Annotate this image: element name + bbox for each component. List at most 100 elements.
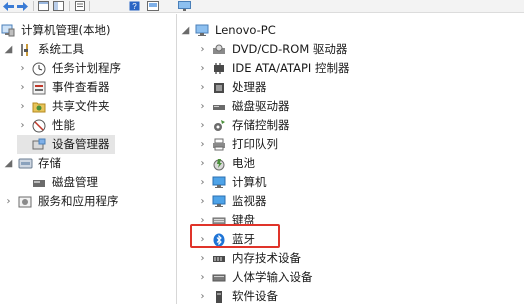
device-category-label: 监视器	[232, 194, 267, 208]
memory-device-icon	[211, 251, 227, 267]
back-icon[interactable]	[2, 0, 15, 12]
tree-item-services-apps[interactable]: › 服务和应用程序	[3, 192, 119, 211]
tree-item-shared-folders[interactable]: › 共享文件夹	[17, 97, 110, 116]
chevron-down-icon[interactable]: ◢	[3, 154, 14, 173]
chevron-right-icon[interactable]: ›	[197, 173, 208, 192]
monitor-toolbar-icon[interactable]	[178, 0, 191, 12]
tree-item-label: 存储	[38, 156, 61, 170]
chevron-right-icon[interactable]: ›	[197, 78, 208, 97]
chevron-right-icon[interactable]: ›	[197, 116, 208, 135]
device-category-label: 软件设备	[232, 289, 278, 303]
forward-icon[interactable]	[16, 0, 29, 12]
tree-item-label: 事件查看器	[52, 80, 110, 94]
device-tree-root-label: Lenovo-PC	[215, 23, 276, 37]
print-queue-icon	[211, 137, 227, 153]
device-category-ide[interactable]: › IDE ATA/ATAPI 控制器	[197, 59, 350, 78]
tree-item-label: 任务计划程序	[52, 61, 121, 75]
bluetooth-highlight-box	[190, 224, 280, 248]
chevron-down-icon[interactable]: ◢	[3, 40, 14, 59]
disk-management-icon	[31, 175, 47, 191]
toolbar: ?	[0, 0, 524, 13]
device-category-label: 人体学输入设备	[232, 270, 313, 284]
chevron-right-icon[interactable]: ›	[197, 59, 208, 78]
tree-item-label: 性能	[52, 118, 75, 132]
chevron-right-icon[interactable]: ›	[197, 97, 208, 116]
chevron-down-icon[interactable]: ◢	[180, 21, 191, 40]
device-category-label: 计算机	[232, 175, 267, 189]
device-category-storage-controller[interactable]: › 存储控制器	[197, 116, 290, 135]
chevron-right-icon[interactable]: ›	[17, 59, 28, 78]
chevron-right-icon[interactable]: ›	[197, 154, 208, 173]
chevron-right-icon[interactable]: ›	[3, 192, 14, 211]
dvd-drive-icon	[211, 42, 227, 58]
chevron-right-icon[interactable]: ›	[197, 135, 208, 154]
tree-item-label: 设备管理器	[52, 137, 110, 151]
device-category-label: 内存技术设备	[232, 251, 301, 265]
device-category-disk[interactable]: › 磁盘驱动器	[197, 97, 290, 116]
device-category-computer[interactable]: › 计算机	[197, 173, 267, 192]
tree-item-storage[interactable]: ◢ 存储	[3, 154, 61, 173]
device-category-software[interactable]: › 软件设备	[197, 287, 279, 304]
services-apps-icon	[17, 194, 33, 210]
device-category-memory[interactable]: › 内存技术设备	[197, 249, 302, 268]
device-category-label: 电池	[232, 156, 255, 170]
device-manager-icon	[31, 137, 47, 153]
disk-drive-icon	[211, 99, 227, 115]
console-tree: 计算机管理(本地) ◢ 系统工具 › 任务计划程序 › 事件查看器 › 共享文件…	[0, 14, 176, 304]
tree-item-label: 磁盘管理	[52, 175, 98, 189]
tree-item-event-viewer[interactable]: › 事件查看器	[17, 78, 110, 97]
device-category-hid[interactable]: › 人体学输入设备	[197, 268, 313, 287]
battery-icon	[211, 156, 227, 172]
device-category-label: IDE ATA/ATAPI 控制器	[232, 61, 350, 75]
tree-item-task-scheduler[interactable]: › 任务计划程序	[17, 59, 121, 78]
device-category-dvd[interactable]: › DVD/CD-ROM 驱动器	[197, 40, 348, 59]
svg-text:?: ?	[132, 2, 137, 11]
device-tree-root[interactable]: ◢ Lenovo-PC	[180, 21, 276, 40]
help-icon[interactable]: ?	[128, 0, 141, 12]
chevron-right-icon[interactable]: ›	[17, 78, 28, 97]
up-icon[interactable]	[37, 0, 50, 12]
device-category-label: 处理器	[232, 80, 267, 94]
toolbar-separator	[89, 1, 90, 11]
device-category-label: 磁盘驱动器	[232, 99, 290, 113]
toolbar-separator	[69, 1, 70, 11]
chevron-right-icon[interactable]: ›	[17, 97, 28, 116]
tree-item-system-tools[interactable]: ◢ 系统工具	[3, 40, 84, 59]
chevron-right-icon[interactable]: ›	[197, 268, 208, 287]
properties-icon[interactable]	[73, 0, 86, 12]
tree-item-label: 共享文件夹	[52, 99, 110, 113]
console-icon[interactable]	[146, 0, 159, 12]
computer-management-icon	[0, 23, 16, 39]
chevron-right-icon[interactable]: ›	[197, 40, 208, 59]
tree-item-performance[interactable]: › 性能	[17, 116, 75, 135]
chevron-right-icon[interactable]: ›	[197, 192, 208, 211]
device-tree: ◢ Lenovo-PC › DVD/CD-ROM 驱动器 › IDE ATA/A…	[177, 14, 524, 304]
device-category-processor[interactable]: › 处理器	[197, 78, 267, 97]
system-tools-icon	[17, 42, 33, 58]
device-category-monitor[interactable]: › 监视器	[197, 192, 267, 211]
device-category-print-queue[interactable]: › 打印队列	[197, 135, 279, 154]
computer-icon	[211, 175, 227, 191]
chevron-right-icon[interactable]: ›	[17, 116, 28, 135]
device-category-label: DVD/CD-ROM 驱动器	[232, 42, 348, 56]
processor-icon	[211, 80, 227, 96]
show-hide-icon[interactable]	[52, 0, 65, 12]
tree-item-disk-management[interactable]: 磁盘管理	[17, 173, 98, 192]
device-category-label: 打印队列	[232, 137, 278, 151]
toolbar-separator	[33, 1, 34, 11]
device-category-battery[interactable]: › 电池	[197, 154, 255, 173]
task-scheduler-icon	[31, 61, 47, 77]
tree-item-device-manager[interactable]: 设备管理器	[17, 135, 115, 154]
performance-icon	[31, 118, 47, 134]
device-category-label: 存储控制器	[232, 118, 290, 132]
software-device-icon	[211, 289, 227, 304]
chevron-right-icon[interactable]: ›	[197, 249, 208, 268]
storage-controller-icon	[211, 118, 227, 134]
chevron-right-icon[interactable]: ›	[197, 287, 208, 304]
tree-item-computer-management[interactable]: 计算机管理(本地)	[0, 21, 110, 40]
computer-icon	[194, 23, 210, 39]
monitor-icon	[211, 194, 227, 210]
hid-icon	[211, 270, 227, 286]
